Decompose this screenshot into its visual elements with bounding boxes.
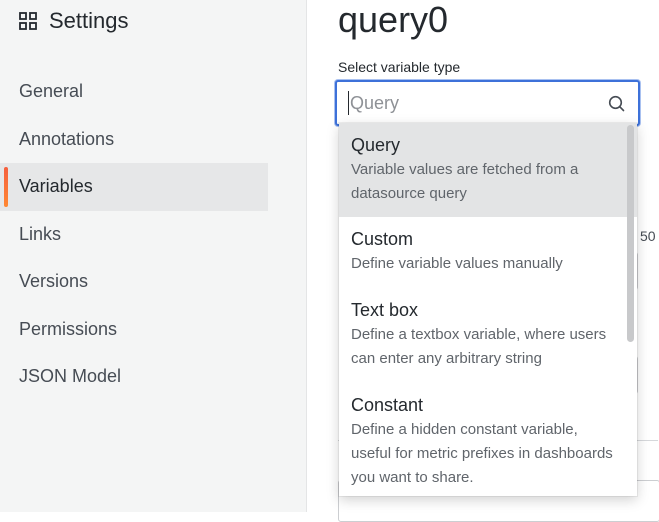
background-value-fragment: 50	[640, 228, 656, 244]
nav-item-json-model[interactable]: JSON Model	[0, 353, 306, 401]
page-title: query0	[338, 0, 449, 40]
option-label: Query	[351, 135, 401, 155]
variable-type-select[interactable]	[335, 80, 640, 126]
option-label: Text box	[351, 300, 419, 320]
option-description: Variable values are fetched from a datas…	[351, 161, 579, 202]
nav-item-permissions[interactable]: Permissions	[0, 306, 306, 354]
option-description: Define a textbox variable, where users c…	[351, 326, 607, 367]
settings-nav: General Annotations Variables Links Vers…	[0, 68, 306, 401]
option-label: Constant	[351, 395, 424, 415]
settings-sidebar: Settings General Annotations Variables L…	[0, 0, 307, 512]
variable-type-search-input[interactable]	[348, 91, 600, 115]
nav-item-versions[interactable]: Versions	[0, 258, 306, 306]
option-description: Define a hidden constant variable, usefu…	[351, 421, 613, 486]
variable-type-dropdown: Query Variable values are fetched from a…	[339, 123, 637, 496]
option-description: Define variable values manually	[351, 255, 563, 272]
search-icon	[608, 95, 625, 112]
select-variable-type-label: Select variable type	[338, 59, 461, 75]
nav-item-links[interactable]: Links	[0, 211, 306, 259]
sidebar-header: Settings	[19, 6, 129, 36]
nav-item-variables[interactable]: Variables	[0, 163, 268, 211]
option-textbox[interactable]: Text box Define a textbox variable, wher…	[339, 288, 637, 383]
option-query[interactable]: Query Variable values are fetched from a…	[339, 123, 637, 217]
grid-icon	[19, 12, 37, 30]
dropdown-options: Query Variable values are fetched from a…	[339, 123, 637, 496]
nav-item-annotations[interactable]: Annotations	[0, 116, 306, 164]
dropdown-scrollbar[interactable]	[627, 125, 634, 342]
option-constant[interactable]: Constant Define a hidden constant variab…	[339, 383, 637, 496]
option-custom[interactable]: Custom Define variable values manually	[339, 217, 637, 288]
option-label: Custom	[351, 229, 414, 249]
sidebar-title: Settings	[49, 8, 129, 33]
nav-item-general[interactable]: General	[0, 68, 306, 116]
